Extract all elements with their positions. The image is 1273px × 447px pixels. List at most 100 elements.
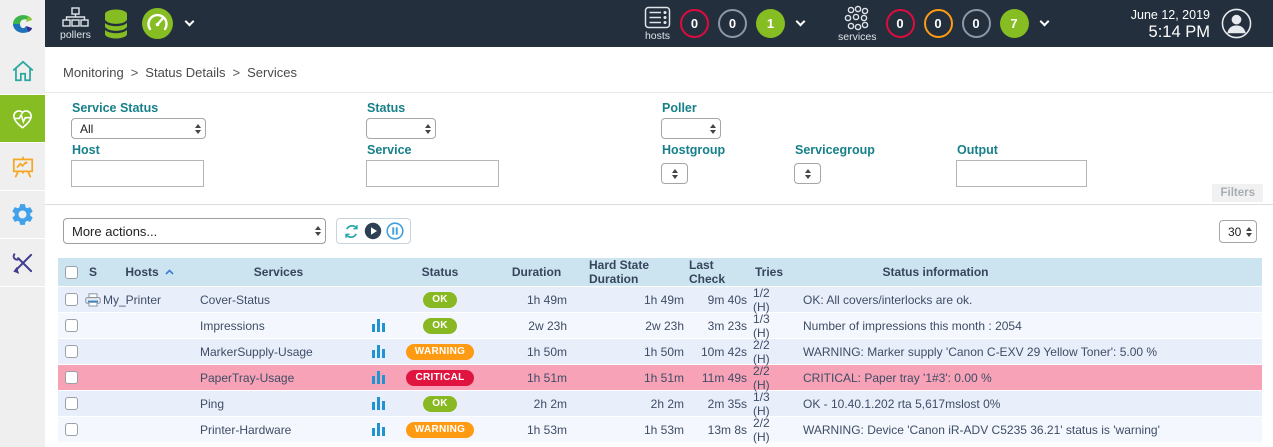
status-label: Status — [367, 101, 405, 115]
column-header-services[interactable]: Services — [254, 265, 303, 279]
servicegroup-label: Servicegroup — [795, 143, 875, 157]
service-link[interactable]: Ping — [200, 397, 224, 411]
row-checkbox[interactable] — [65, 293, 78, 306]
hard-state-duration-cell: 1h 50m — [644, 345, 684, 359]
duration-cell: 1h 51m — [527, 371, 567, 385]
services-critical-count[interactable]: 0 — [886, 9, 915, 38]
play-button[interactable] — [364, 222, 382, 240]
row-checkbox[interactable] — [65, 397, 78, 410]
more-actions-select[interactable]: More actions... — [63, 218, 326, 244]
user-menu-button[interactable] — [1221, 8, 1252, 44]
column-header-hosts[interactable]: Hosts — [125, 265, 158, 279]
breadcrumb-item[interactable]: Status Details — [145, 65, 225, 80]
dropdown-arrows-icon — [710, 124, 716, 134]
poller-latency-gauge-icon[interactable] — [141, 7, 174, 40]
servicegroup-select[interactable] — [794, 163, 821, 184]
host-input[interactable] — [71, 160, 204, 187]
dropdown-arrows-icon — [805, 169, 811, 179]
services-warning-count[interactable]: 0 — [924, 9, 953, 38]
select-all-checkbox[interactable] — [65, 266, 78, 279]
last-check-cell: 13m 8s — [708, 423, 747, 437]
graph-icon[interactable] — [372, 371, 385, 384]
dropdown-arrows-icon — [195, 124, 201, 134]
service-link[interactable]: Printer-Hardware — [200, 423, 291, 437]
status-select[interactable] — [366, 118, 436, 139]
row-checkbox[interactable] — [65, 345, 78, 358]
service-input[interactable] — [366, 160, 499, 187]
services-ok-count[interactable]: 7 — [1000, 9, 1029, 38]
graph-icon[interactable] — [372, 319, 385, 332]
output-input[interactable] — [956, 160, 1087, 187]
column-header-duration[interactable]: Duration — [512, 265, 561, 279]
sidebar-item-reporting[interactable] — [0, 143, 45, 191]
host-link[interactable]: My_Printer — [103, 293, 161, 307]
service-link[interactable]: MarkerSupply-Usage — [200, 345, 313, 359]
dropdown-arrows-icon — [315, 226, 321, 236]
service-link[interactable]: Cover-Status — [200, 293, 270, 307]
play-icon — [364, 222, 382, 240]
heart-pulse-icon — [9, 106, 36, 132]
column-header-status[interactable]: Status — [422, 265, 459, 279]
row-checkbox[interactable] — [65, 423, 78, 436]
duration-cell: 1h 49m — [527, 293, 567, 307]
service-status-select[interactable]: All — [71, 118, 206, 139]
service-label: Service — [367, 143, 411, 157]
graph-icon[interactable] — [372, 397, 385, 410]
poller-database-icon[interactable] — [100, 7, 132, 41]
column-header-tries[interactable]: Tries — [755, 265, 783, 279]
column-header-last-check[interactable]: Last Check — [689, 258, 749, 286]
row-checkbox[interactable] — [65, 319, 78, 332]
graph-icon[interactable] — [372, 345, 385, 358]
sidebar-item-home[interactable] — [0, 47, 45, 95]
presentation-chart-icon — [10, 154, 36, 180]
top-bar: pollers hosts 001 — [0, 0, 1273, 47]
services-unknown-count[interactable]: 0 — [962, 9, 991, 38]
hard-state-duration-cell: 1h 53m — [644, 423, 684, 437]
refresh-controls — [336, 218, 411, 244]
refresh-icon — [343, 223, 360, 240]
hosts-down-count[interactable]: 0 — [680, 9, 709, 38]
column-header-s[interactable]: S — [89, 265, 97, 279]
column-header-hard-state-duration[interactable]: Hard State Duration — [589, 258, 689, 286]
pollers-group: pollers — [60, 0, 193, 47]
host-label: Host — [72, 143, 100, 157]
centreon-logo[interactable] — [0, 0, 45, 47]
sidebar-item-monitoring[interactable] — [0, 95, 45, 143]
pause-button[interactable] — [386, 222, 404, 240]
home-icon — [10, 58, 36, 84]
service-link[interactable]: Impressions — [200, 319, 265, 333]
services-button[interactable]: services — [838, 5, 877, 43]
last-check-cell: 9m 40s — [708, 293, 747, 307]
sort-asc-icon[interactable] — [165, 269, 174, 275]
filters-toggle[interactable]: Filters — [1212, 184, 1263, 202]
main-content: Monitoring>Status Details>Services Servi… — [45, 47, 1273, 447]
hostgroup-select[interactable] — [661, 163, 688, 184]
hard-state-duration-cell: 1h 49m — [644, 293, 684, 307]
hosts-up-count[interactable]: 1 — [756, 9, 785, 38]
last-check-cell: 11m 49s — [702, 371, 747, 385]
breadcrumb-item[interactable]: Services — [247, 65, 297, 80]
pollers-chevron-down-icon[interactable] — [184, 17, 194, 27]
row-checkbox[interactable] — [65, 371, 78, 384]
pollers-button[interactable]: pollers — [60, 7, 91, 41]
pollers-icon — [62, 7, 89, 29]
tools-icon — [10, 250, 36, 276]
service-link[interactable]: PaperTray-Usage — [200, 371, 294, 385]
pollers-label: pollers — [60, 30, 91, 41]
hosts-chevron-down-icon[interactable] — [796, 17, 806, 27]
poller-select[interactable] — [661, 118, 721, 139]
sidebar-item-configuration[interactable] — [0, 191, 45, 239]
sidebar-item-administration[interactable] — [0, 239, 45, 287]
graph-icon[interactable] — [372, 423, 385, 436]
hosts-unreachable-count[interactable]: 0 — [718, 9, 747, 38]
page-size-select[interactable]: 30 — [1219, 220, 1257, 243]
status-information-cell: Number of impressions this month : 2054 — [803, 319, 1022, 333]
column-header-status-information[interactable]: Status information — [882, 265, 988, 279]
breadcrumb-item[interactable]: Monitoring — [63, 65, 124, 80]
services-chevron-down-icon[interactable] — [1039, 17, 1049, 27]
hosts-button[interactable]: hosts — [644, 6, 671, 42]
refresh-button[interactable] — [343, 223, 360, 240]
current-date: June 12, 2019 — [1100, 7, 1210, 23]
status-badge: WARNING — [406, 422, 474, 438]
duration-cell: 2h 2m — [534, 397, 567, 411]
